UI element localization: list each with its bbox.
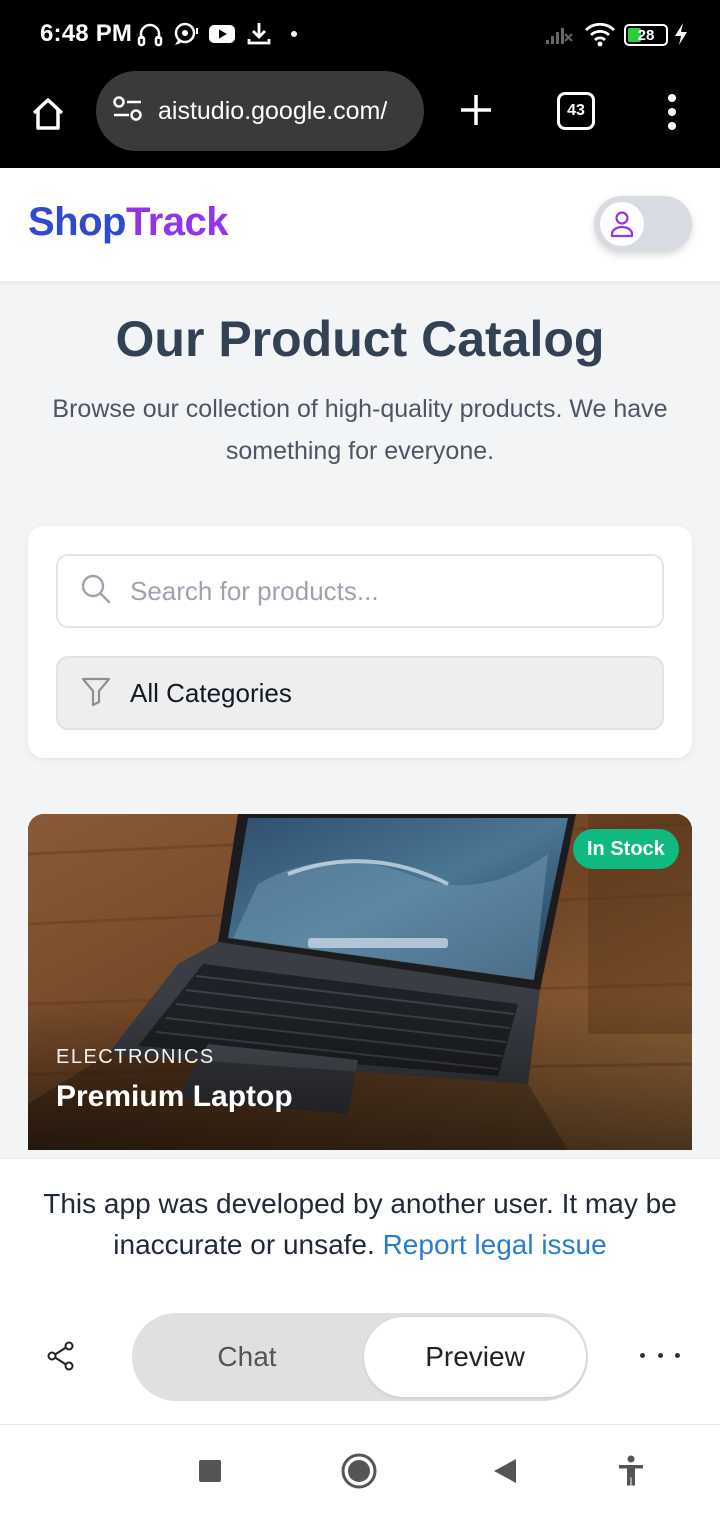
url-bar[interactable]: aistudio.google.com/	[96, 71, 424, 151]
wifi-icon	[584, 20, 616, 48]
recent-apps-button[interactable]	[198, 1451, 222, 1491]
search-box[interactable]	[56, 554, 664, 628]
system-nav-bar	[0, 1424, 720, 1520]
home-icon	[32, 98, 64, 130]
back-button[interactable]	[492, 1451, 518, 1491]
disclaimer-panel: This app was developed by another user. …	[0, 1158, 720, 1424]
report-legal-issue-link[interactable]: Report legal issue	[383, 1229, 607, 1260]
category-select[interactable]: All Categories	[56, 656, 664, 730]
status-bar: 6:48 PM 28	[0, 0, 720, 68]
new-tab-button[interactable]	[452, 86, 500, 134]
share-icon	[47, 1341, 74, 1371]
user-avatar[interactable]	[600, 202, 644, 246]
download-icon	[246, 20, 272, 48]
accessibility-button[interactable]	[616, 1451, 646, 1491]
tab-chat[interactable]: Chat	[132, 1313, 362, 1401]
url-text[interactable]: aistudio.google.com/	[158, 97, 387, 126]
page-title: Our Product Catalog	[115, 311, 605, 367]
circle-home-icon	[341, 1453, 377, 1489]
browser-toolbar: aistudio.google.com/ 43	[0, 68, 720, 168]
search-input[interactable]	[130, 575, 630, 607]
chat-bubble-icon	[172, 20, 200, 48]
more-options-button[interactable]	[640, 1343, 680, 1367]
battery-level: 28	[637, 26, 655, 44]
product-name: Premium Laptop	[56, 1080, 293, 1113]
app-header: ShopTrack	[0, 168, 720, 281]
filter-card: All Categories	[28, 526, 692, 758]
view-toggle: Chat Preview	[132, 1313, 588, 1401]
search-icon	[80, 573, 112, 610]
square-icon	[199, 1460, 221, 1482]
user-menu-toggle[interactable]	[594, 196, 692, 252]
product-card[interactable]: In Stock ELECTRONICS Premium Laptop	[28, 814, 692, 1150]
tab-switcher-button[interactable]: 43	[557, 92, 595, 130]
filter-icon	[80, 675, 112, 712]
charging-icon	[672, 20, 690, 48]
headset-icon	[136, 20, 164, 48]
share-button[interactable]	[44, 1339, 78, 1373]
status-time: 6:48 PM	[40, 20, 133, 47]
signal-icon	[544, 20, 574, 48]
category-selected-value: All Categories	[130, 677, 292, 708]
stock-badge: In Stock	[573, 829, 679, 869]
browser-menu-button[interactable]	[656, 90, 688, 134]
tab-preview[interactable]: Preview	[364, 1317, 586, 1397]
disclaimer-text: This app was developed by another user. …	[43, 1188, 677, 1260]
product-category: ELECTRONICS	[56, 1046, 215, 1068]
site-settings-icon[interactable]	[112, 94, 144, 129]
shoptrack-logo[interactable]: ShopTrack	[28, 200, 229, 245]
accessibility-icon	[619, 1455, 643, 1486]
user-icon	[610, 211, 634, 238]
battery-icon: 28	[624, 24, 668, 46]
home-nav-button[interactable]	[340, 1451, 378, 1491]
dot-icon	[290, 20, 298, 48]
home-button[interactable]	[24, 90, 72, 138]
page-subtitle: Browse our collection of high-quality pr…	[52, 395, 668, 465]
back-triangle-icon	[494, 1459, 516, 1483]
plus-icon	[461, 95, 491, 125]
youtube-icon	[208, 20, 236, 48]
tab-count: 43	[567, 102, 585, 119]
